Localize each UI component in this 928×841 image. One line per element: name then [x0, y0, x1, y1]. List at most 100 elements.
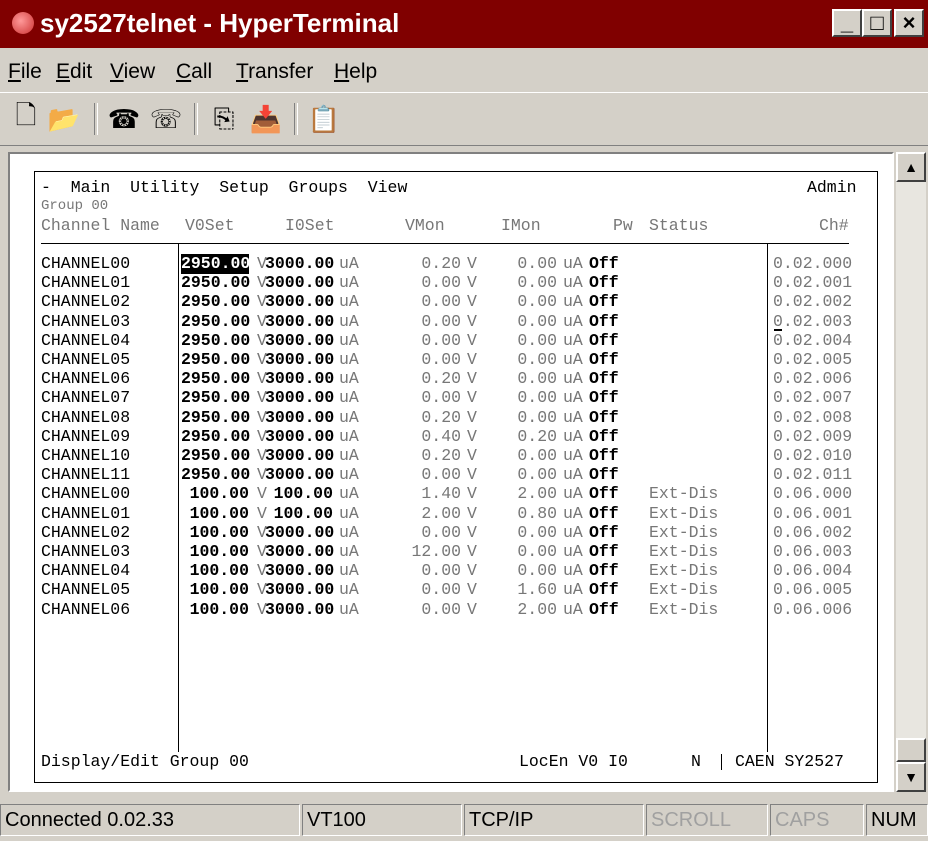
v0set-value[interactable]: 2950.00: [181, 312, 250, 332]
menu-help[interactable]: Help: [334, 60, 377, 84]
scroll-down-icon[interactable]: ▼: [896, 762, 926, 792]
pw-value[interactable]: Off: [589, 504, 619, 524]
v0set-value[interactable]: 100.00: [181, 504, 249, 524]
i0set-value[interactable]: 3000.00: [265, 446, 334, 466]
i0set-value[interactable]: 3000.00: [265, 523, 334, 543]
header-status: Status: [649, 216, 709, 235]
v0set-value[interactable]: 2950.00: [181, 465, 250, 485]
pw-value[interactable]: Off: [589, 580, 619, 600]
disconnect-icon[interactable]: ☏: [148, 101, 184, 137]
menu-bar: File Edit View Call Transfer Help: [0, 50, 928, 92]
terminal-area[interactable]: - Main Utility Setup Groups View Admin G…: [8, 152, 894, 792]
i0set-value[interactable]: 3000.00: [265, 580, 334, 600]
channel-name: CHANNEL08: [41, 407, 131, 427]
new-icon[interactable]: 🗋: [8, 100, 44, 137]
v0set-value[interactable]: 100.00: [181, 561, 249, 581]
status-value: Ext-Dis: [649, 484, 719, 504]
vertical-scrollbar[interactable]: ▲ ▼: [896, 152, 926, 792]
scroll-thumb[interactable]: [896, 738, 926, 762]
v0set-value[interactable]: 2950.00: [181, 331, 250, 351]
v0set-value[interactable]: 100.00: [181, 580, 249, 600]
v0set-value[interactable]: 2950.00: [181, 254, 250, 274]
v0set-value[interactable]: 100.00: [181, 542, 249, 562]
pw-value[interactable]: Off: [589, 292, 619, 312]
vmon-unit: V: [467, 542, 477, 561]
channel-name: CHANNEL11: [41, 465, 131, 485]
column-divider-left: [178, 244, 179, 752]
receive-icon[interactable]: 📥: [248, 101, 284, 137]
i0set-unit: uA: [339, 503, 359, 523]
pw-value[interactable]: Off: [589, 561, 619, 581]
pw-value[interactable]: Off: [589, 331, 619, 351]
channel-name: CHANNEL00: [41, 254, 131, 273]
i0set-value[interactable]: 3000.00: [265, 388, 334, 408]
pw-value[interactable]: Off: [589, 600, 619, 620]
i0set-value[interactable]: 3000.00: [265, 427, 334, 447]
v0set-value[interactable]: 100.00: [181, 600, 249, 620]
i0set-value[interactable]: 100.00: [265, 504, 333, 524]
scroll-up-icon[interactable]: ▲: [896, 152, 926, 182]
pw-value[interactable]: Off: [589, 465, 619, 485]
menu-file[interactable]: File: [8, 60, 42, 84]
i0set-value[interactable]: 3000.00: [265, 369, 334, 389]
channel-name: CHANNEL01: [41, 503, 131, 523]
pw-value[interactable]: Off: [589, 254, 619, 274]
properties-icon[interactable]: 📋: [306, 101, 342, 137]
menu-call[interactable]: Call: [176, 60, 212, 84]
title-bar[interactable]: sy2527telnet - HyperTerminal _ □ ×: [0, 0, 928, 48]
pw-value[interactable]: Off: [589, 542, 619, 562]
imon-value: 0.00: [517, 369, 557, 389]
terminal-screen[interactable]: - Main Utility Setup Groups View Admin G…: [34, 171, 878, 783]
vmon-unit: V: [467, 254, 477, 273]
v0set-value[interactable]: 100.00: [181, 484, 249, 504]
channel-number: 0.02.002: [773, 292, 853, 312]
header-imon: IMon: [501, 216, 541, 235]
i0set-value[interactable]: 3000.00: [265, 465, 334, 485]
pw-value[interactable]: Off: [589, 312, 619, 332]
hyperterminal-app-icon[interactable]: [12, 12, 34, 34]
maximize-button[interactable]: □: [862, 9, 892, 37]
pw-value[interactable]: Off: [589, 369, 619, 389]
send-icon[interactable]: ⎘: [206, 101, 242, 137]
i0set-value[interactable]: 3000.00: [265, 331, 334, 351]
i0set-value[interactable]: 3000.00: [265, 292, 334, 312]
pw-value[interactable]: Off: [589, 388, 619, 408]
pw-value[interactable]: Off: [589, 273, 619, 293]
i0set-value[interactable]: 3000.00: [265, 312, 334, 332]
v0set-value[interactable]: 2950.00: [181, 427, 250, 447]
i0set-value[interactable]: 3000.00: [265, 273, 334, 293]
imon-unit: uA: [563, 542, 583, 561]
i0set-value[interactable]: 3000.00: [265, 408, 334, 428]
menu-transfer[interactable]: Transfer: [236, 60, 313, 84]
i0set-unit: uA: [339, 350, 359, 369]
call-icon[interactable]: ☎: [106, 101, 142, 137]
terminal-menu-line[interactable]: - Main Utility Setup Groups View: [41, 178, 407, 198]
pw-value[interactable]: Off: [589, 408, 619, 428]
pw-value[interactable]: Off: [589, 427, 619, 447]
i0set-value[interactable]: 100.00: [265, 484, 333, 504]
window-title: sy2527telnet - HyperTerminal: [40, 8, 400, 38]
footer-model: CAEN SY2527: [735, 752, 844, 771]
pw-value[interactable]: Off: [589, 484, 619, 504]
open-icon[interactable]: 📂: [46, 101, 82, 137]
v0set-value[interactable]: 2950.00: [181, 388, 250, 408]
pw-value[interactable]: Off: [589, 446, 619, 466]
i0set-value[interactable]: 3000.00: [265, 561, 334, 581]
pw-value[interactable]: Off: [589, 350, 619, 370]
v0set-value[interactable]: 2950.00: [181, 273, 250, 293]
v0set-value[interactable]: 2950.00: [181, 292, 250, 312]
v0set-value[interactable]: 2950.00: [181, 350, 250, 370]
v0set-value[interactable]: 2950.00: [181, 408, 250, 428]
v0set-value[interactable]: 100.00: [181, 523, 249, 543]
i0set-value[interactable]: 3000.00: [265, 350, 334, 370]
pw-value[interactable]: Off: [589, 523, 619, 543]
i0set-value[interactable]: 3000.00: [265, 542, 334, 562]
i0set-value[interactable]: 3000.00: [265, 600, 334, 620]
menu-edit[interactable]: Edit: [56, 60, 92, 84]
v0set-value[interactable]: 2950.00: [181, 369, 250, 389]
close-button[interactable]: ×: [894, 9, 924, 37]
minimize-button[interactable]: _: [832, 9, 862, 37]
i0set-value[interactable]: 3000.00: [265, 254, 334, 274]
menu-view[interactable]: View: [110, 60, 155, 84]
v0set-value[interactable]: 2950.00: [181, 446, 250, 466]
